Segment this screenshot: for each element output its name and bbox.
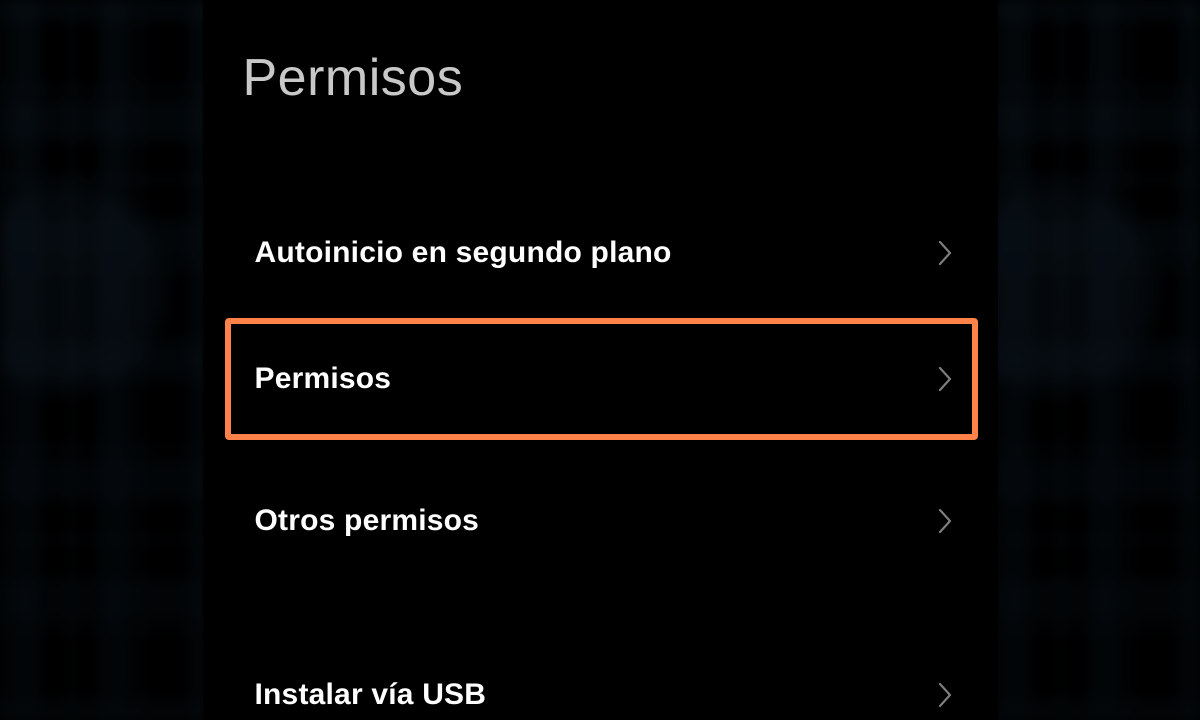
list-item-permisos[interactable]: Permisos bbox=[203, 324, 998, 434]
page-title: Permisos bbox=[203, 0, 998, 198]
spacer bbox=[203, 576, 998, 640]
background-right bbox=[990, 0, 1200, 720]
list-item-instalar-usb[interactable]: Instalar vía USB bbox=[203, 640, 998, 720]
chevron-right-icon bbox=[936, 364, 954, 394]
list-item-otros-permisos[interactable]: Otros permisos bbox=[203, 466, 998, 576]
settings-panel: Permisos Autoinicio en segundo plano Per… bbox=[203, 0, 998, 720]
list-item-autoinicio[interactable]: Autoinicio en segundo plano bbox=[203, 198, 998, 308]
spacer bbox=[203, 308, 998, 324]
chevron-right-icon bbox=[936, 506, 954, 536]
list-item-label: Instalar vía USB bbox=[255, 678, 487, 712]
permissions-list: Autoinicio en segundo plano Permisos Otr… bbox=[203, 198, 998, 720]
list-item-label: Otros permisos bbox=[255, 504, 480, 538]
list-item-label: Autoinicio en segundo plano bbox=[255, 236, 672, 270]
chevron-right-icon bbox=[936, 238, 954, 268]
spacer bbox=[203, 434, 998, 466]
background-left bbox=[0, 0, 210, 720]
list-item-label: Permisos bbox=[255, 362, 392, 396]
chevron-right-icon bbox=[936, 680, 954, 710]
